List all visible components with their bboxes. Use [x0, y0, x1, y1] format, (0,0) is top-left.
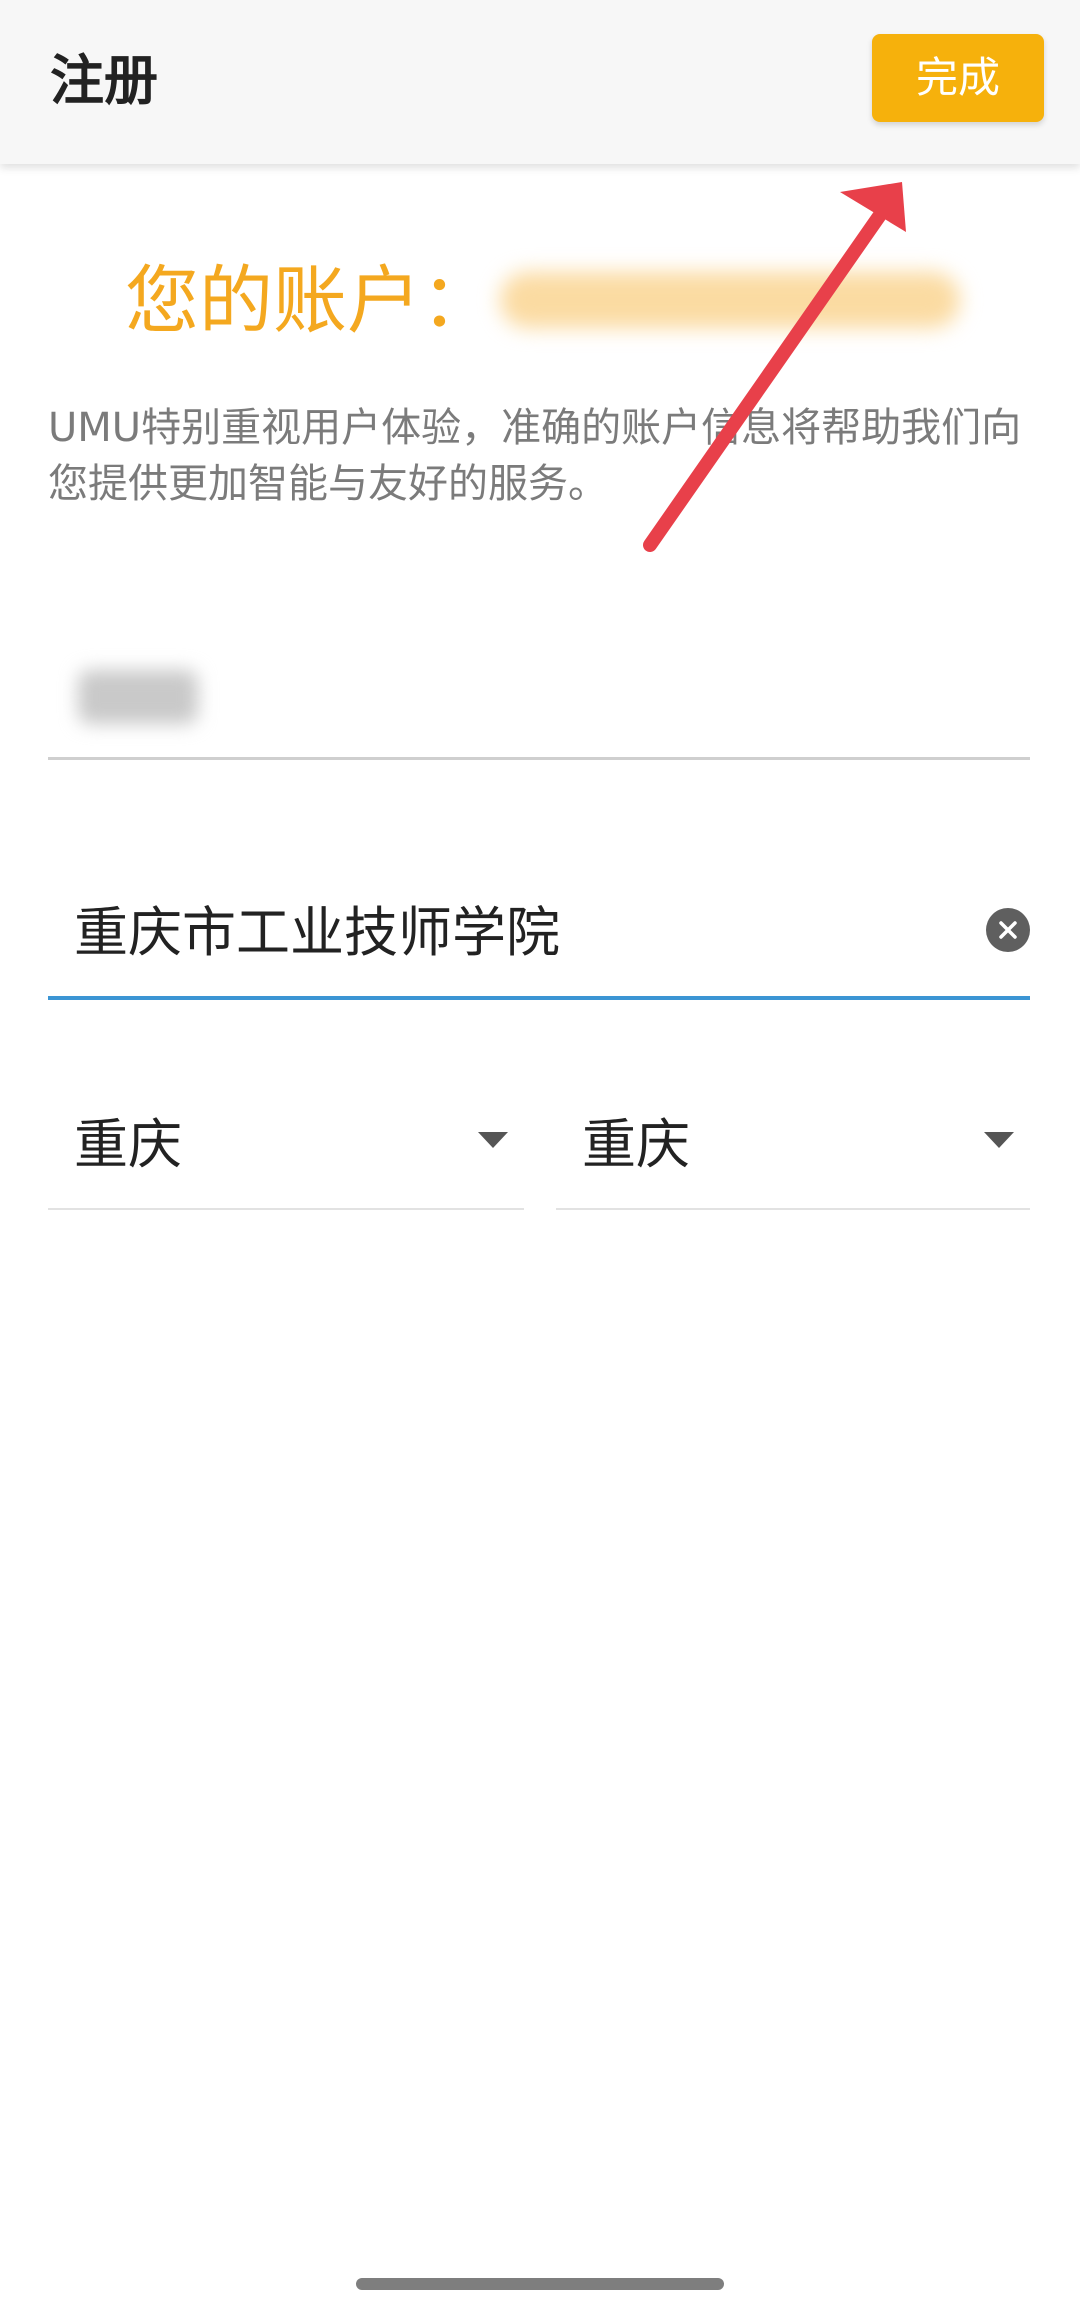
school-field-underline — [48, 996, 1030, 1000]
city-value: 重庆 — [582, 1113, 690, 1176]
account-value-blurred: 账户 — [500, 272, 960, 328]
city-underline — [556, 1208, 1030, 1210]
home-indicator — [356, 2278, 724, 2290]
name-value-blurred: 姓名 — [78, 670, 198, 724]
province-value: 重庆 — [74, 1113, 182, 1176]
clear-icon — [999, 921, 1017, 939]
name-field-underline — [48, 757, 1030, 760]
page-title: 注册 — [50, 49, 158, 112]
done-button[interactable]: 完成 — [872, 34, 1044, 122]
clear-button[interactable] — [986, 908, 1030, 952]
school-field[interactable] — [48, 870, 1030, 1000]
account-label: 您的账户： — [125, 258, 495, 344]
top-bar: 注册 完成 — [0, 0, 1080, 164]
province-underline — [48, 1208, 524, 1210]
name-field[interactable]: 姓名 — [48, 630, 1030, 760]
caret-down-icon — [478, 1132, 508, 1148]
intro-text: UMU特别重视用户体验，准确的账户信息将帮助我们向您提供更加智能与友好的服务。 — [48, 405, 1022, 507]
school-input[interactable] — [74, 898, 954, 968]
city-select[interactable]: 重庆 — [556, 1080, 1030, 1210]
caret-down-icon — [984, 1132, 1014, 1148]
province-select[interactable]: 重庆 — [48, 1080, 524, 1210]
